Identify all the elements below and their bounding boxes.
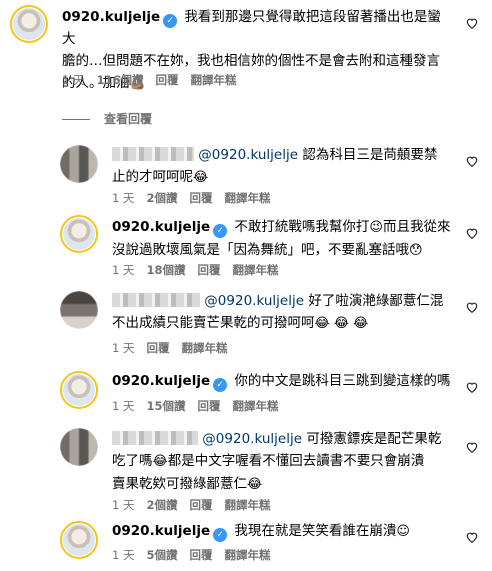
comment-body: 0920.kuljelje ✓ 我現在就是笑笑看誰在崩潰☺ — [112, 520, 462, 543]
translate-button[interactable]: 翻譯年糕 — [233, 399, 279, 413]
emoji: 😯 — [409, 243, 423, 258]
username-blurred[interactable] — [112, 293, 200, 307]
timestamp: 1 天 — [112, 548, 135, 562]
verified-badge-icon: ✓ — [213, 224, 228, 238]
comment-text-line: 都是中文字喔看不懂回去讀書不要只會崩潰 — [167, 453, 425, 469]
comment-text-line: 可撥憲鏢疾是配芒果乾 — [306, 431, 442, 447]
comment-text-line: 我現在就是笑笑看誰在崩潰 — [234, 523, 397, 539]
likes-count[interactable]: 5個讚 — [146, 548, 177, 562]
username[interactable]: 0920.kuljelje — [112, 219, 210, 235]
timestamp: 1 天 — [112, 498, 135, 512]
reply-button[interactable]: 回覆 — [146, 341, 169, 355]
verified-badge-icon: ✓ — [213, 378, 228, 392]
avatar[interactable] — [60, 215, 98, 253]
comment-body: @0920.kuljelje 認為科目三是苘顤要禁 止的才呵呵呢😂 — [112, 144, 462, 189]
emoji: 😉 — [369, 220, 383, 235]
avatar[interactable] — [10, 5, 48, 43]
view-replies-button[interactable]: 查看回覆 — [62, 110, 152, 127]
username[interactable]: 0920.kuljelje — [62, 9, 160, 25]
translate-button[interactable]: 翻譯年糕 — [225, 498, 271, 512]
reply-button[interactable]: 回覆 — [156, 73, 179, 87]
comment-body: @0920.kuljelje 可撥憲鏢疾是配芒果乾 吃了嗎😂都是中文字喔看不懂回… — [112, 428, 462, 496]
avatar[interactable] — [60, 521, 98, 559]
likes-count[interactable]: 2個讚 — [146, 498, 177, 512]
emoji: 😂 — [193, 170, 209, 185]
likes-count[interactable]: 2個讚 — [146, 191, 177, 205]
comment-text-line: 不出成績只能賣芒果乾的可撥呵呵 — [112, 315, 315, 331]
verified-badge-icon: ✓ — [213, 528, 228, 542]
reply-button[interactable]: 回覆 — [198, 263, 221, 277]
username[interactable]: 0920.kuljelje — [112, 373, 210, 389]
mention-link[interactable]: @0920.kuljelje — [202, 431, 302, 447]
comment-text-line: 吃了嗎 — [112, 453, 153, 469]
comment-text-line: 賣果乾欸可撥綠鄙薏仁 — [112, 476, 247, 492]
heart-icon[interactable] — [465, 226, 479, 240]
timestamp: 1 天 — [112, 399, 135, 413]
comment-text-line: 你的中文是跳科目三跳到變這樣的嗎 — [234, 373, 451, 389]
comment-text-line: 膽的…但問題不在妳，我也相信妳的個性不是會去附和這種發言 — [62, 53, 440, 69]
comment-body: @0920.kuljelje 好了啦演滟綠鄙薏仁混 不出成績只能賣芒果乾的可撥呵… — [112, 290, 462, 335]
username-blurred[interactable] — [112, 147, 194, 161]
comment-text-line: 止的才呵呵呢 — [112, 169, 193, 185]
emoji: 😂 — [247, 477, 263, 492]
username[interactable]: 0920.kuljelje — [112, 523, 210, 539]
emoji: 😂 😂 😂 — [314, 316, 369, 331]
heart-icon[interactable] — [465, 440, 479, 454]
avatar[interactable] — [60, 145, 98, 183]
verified-badge-icon: ✓ — [163, 14, 178, 28]
heart-icon[interactable] — [465, 154, 479, 168]
heart-icon[interactable] — [465, 300, 479, 314]
emoji: 😂 — [152, 454, 168, 469]
mention-link[interactable]: @0920.kuljelje — [204, 293, 304, 309]
mention-link[interactable]: @0920.kuljelje — [198, 147, 298, 163]
timestamp: 1 天 — [112, 191, 135, 205]
avatar[interactable] — [60, 371, 98, 409]
likes-count[interactable]: 18個讚 — [146, 263, 185, 277]
emoji: ☺ — [396, 524, 410, 539]
heart-icon[interactable] — [465, 530, 479, 544]
comment-meta: 1 天 116個讚 回覆 翻譯年糕 — [62, 72, 249, 88]
reply-button[interactable]: 回覆 — [190, 498, 213, 512]
translate-button[interactable]: 翻譯年糕 — [225, 191, 271, 205]
reply-button[interactable]: 回覆 — [198, 399, 221, 413]
avatar[interactable] — [60, 428, 98, 466]
avatar[interactable] — [60, 291, 98, 329]
comment-meta: 1 天 2個讚 回覆 翻譯年糕 — [112, 497, 283, 513]
translate-button[interactable]: 翻譯年糕 — [191, 73, 237, 87]
reply-button[interactable]: 回覆 — [190, 191, 213, 205]
timestamp: 1 天 — [112, 341, 135, 355]
translate-button[interactable]: 翻譯年糕 — [225, 548, 271, 562]
comment-text-line: 沒說過敗壞風氣是「因為舞統」吧，不要亂塞話哦 — [112, 242, 409, 258]
comment-text-line: 不敢打統戰嗎我幫你打 — [234, 219, 370, 235]
username-blurred[interactable] — [112, 431, 198, 445]
comment-meta: 1 天 15個讚 回覆 翻譯年糕 — [112, 398, 291, 414]
translate-button[interactable]: 翻譯年糕 — [233, 263, 279, 277]
comment-body: 0920.kuljelje ✓ 你的中文是跳科目三跳到變這樣的嗎 — [112, 370, 462, 392]
likes-count[interactable]: 15個讚 — [146, 399, 185, 413]
timestamp: 1 天 — [112, 263, 135, 277]
comment-meta: 1 天 2個讚 回覆 翻譯年糕 — [112, 190, 283, 206]
comment-body: 0920.kuljelje ✓ 不敢打統戰嗎我幫你打😉而且我從來 沒說過敗壞風氣是… — [112, 216, 462, 262]
comment-text-line: 認為科目三是苘顤要禁 — [302, 147, 438, 163]
comment-text-line: 而且我從來 — [382, 219, 451, 235]
likes-count[interactable]: 116個讚 — [96, 73, 143, 87]
timestamp: 1 天 — [62, 73, 85, 87]
heart-icon[interactable] — [465, 16, 479, 30]
comment-meta: 1 天 5個讚 回覆 翻譯年糕 — [112, 547, 283, 563]
comment-meta: 1 天 18個讚 回覆 翻譯年糕 — [112, 262, 291, 278]
comment-meta: 1 天回覆 翻譯年糕 — [112, 340, 239, 356]
reply-button[interactable]: 回覆 — [190, 548, 213, 562]
translate-button[interactable]: 翻譯年糕 — [181, 341, 227, 355]
comment-text-line: 好了啦演滟綠鄙薏仁混 — [308, 293, 444, 309]
heart-icon[interactable] — [465, 380, 479, 394]
